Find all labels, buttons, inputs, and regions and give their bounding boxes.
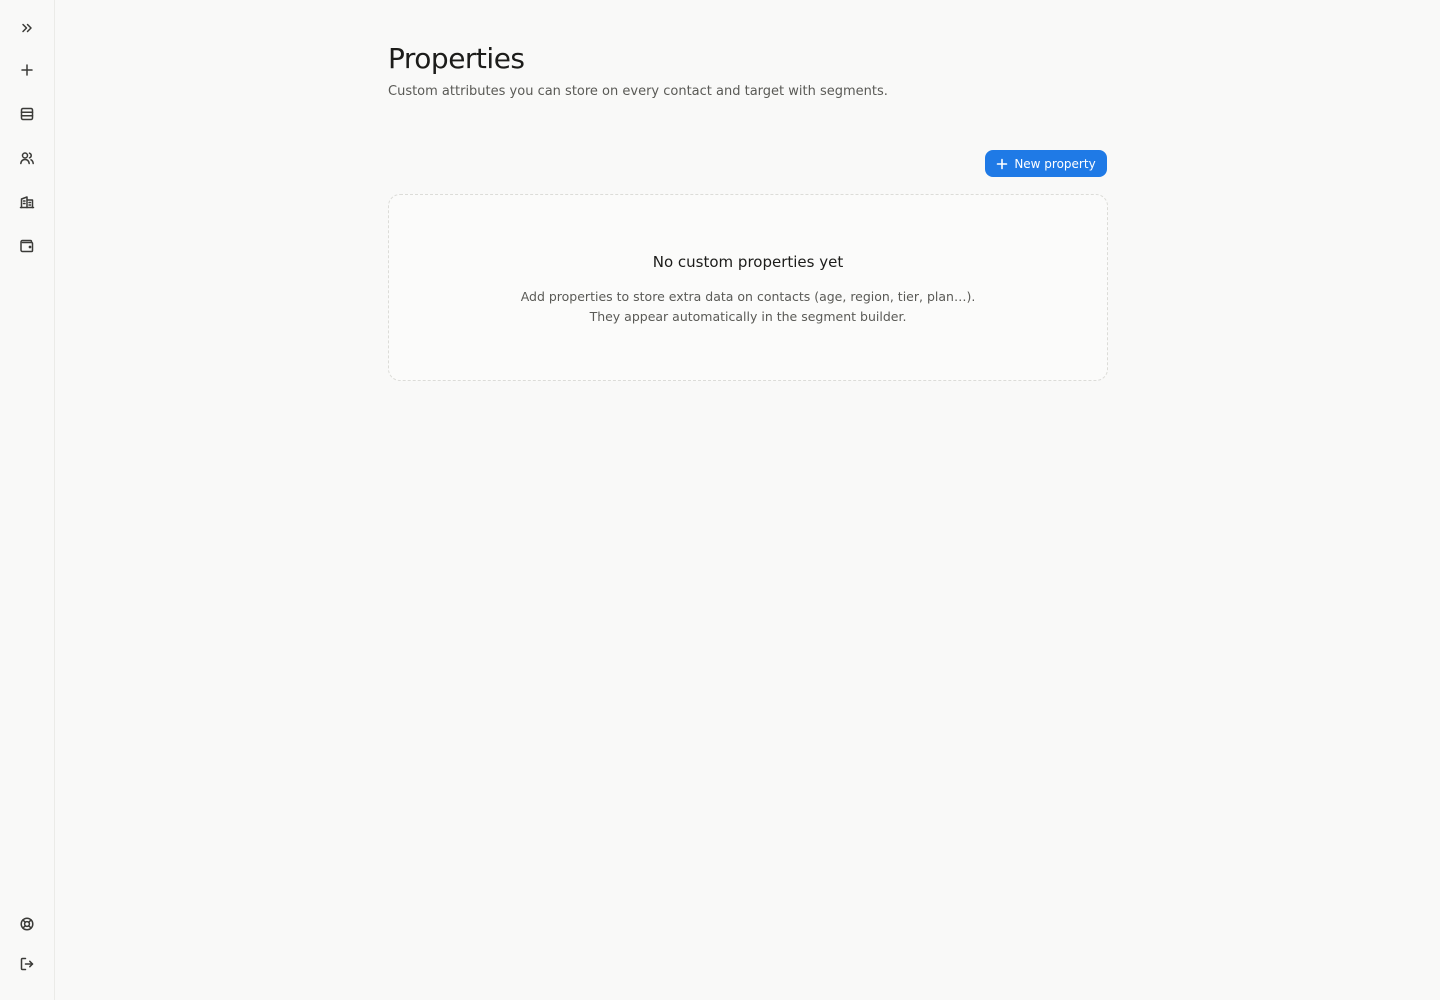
building-icon xyxy=(19,196,35,209)
sidebar xyxy=(0,0,55,1000)
empty-state-title: No custom properties yet xyxy=(652,253,844,271)
page-subtitle: Custom attributes you can store on every… xyxy=(388,84,888,99)
sidebar-item-contacts[interactable] xyxy=(13,144,41,172)
chevrons-right-icon xyxy=(22,23,32,33)
app-window: Properties Custom attributes you can sto… xyxy=(0,0,1440,1000)
empty-state-description: Add properties to store extra data on co… xyxy=(389,287,1107,327)
sidebar-item-list[interactable] xyxy=(13,100,41,128)
page-title: Properties xyxy=(388,42,525,75)
logout-icon xyxy=(20,957,34,971)
plus-icon xyxy=(997,158,1008,169)
sidebar-item-wallet[interactable] xyxy=(13,232,41,260)
new-property-button[interactable]: New property xyxy=(985,150,1107,177)
empty-state-line-2: They appear automatically in the segment… xyxy=(589,309,907,324)
sidebar-item-companies[interactable] xyxy=(13,188,41,216)
wallet-icon xyxy=(20,239,34,253)
users-icon xyxy=(20,152,34,165)
expand-sidebar-button[interactable] xyxy=(13,14,41,42)
plus-icon xyxy=(21,64,33,76)
life-buoy-icon xyxy=(20,917,34,931)
rows-icon xyxy=(20,107,34,121)
help-button[interactable] xyxy=(13,910,41,938)
create-button[interactable] xyxy=(13,56,41,84)
empty-state-line-1: Add properties to store extra data on co… xyxy=(520,289,976,304)
empty-state-card: No custom properties yet Add properties … xyxy=(388,194,1108,381)
logout-button[interactable] xyxy=(13,950,41,978)
new-property-label: New property xyxy=(1014,156,1096,171)
